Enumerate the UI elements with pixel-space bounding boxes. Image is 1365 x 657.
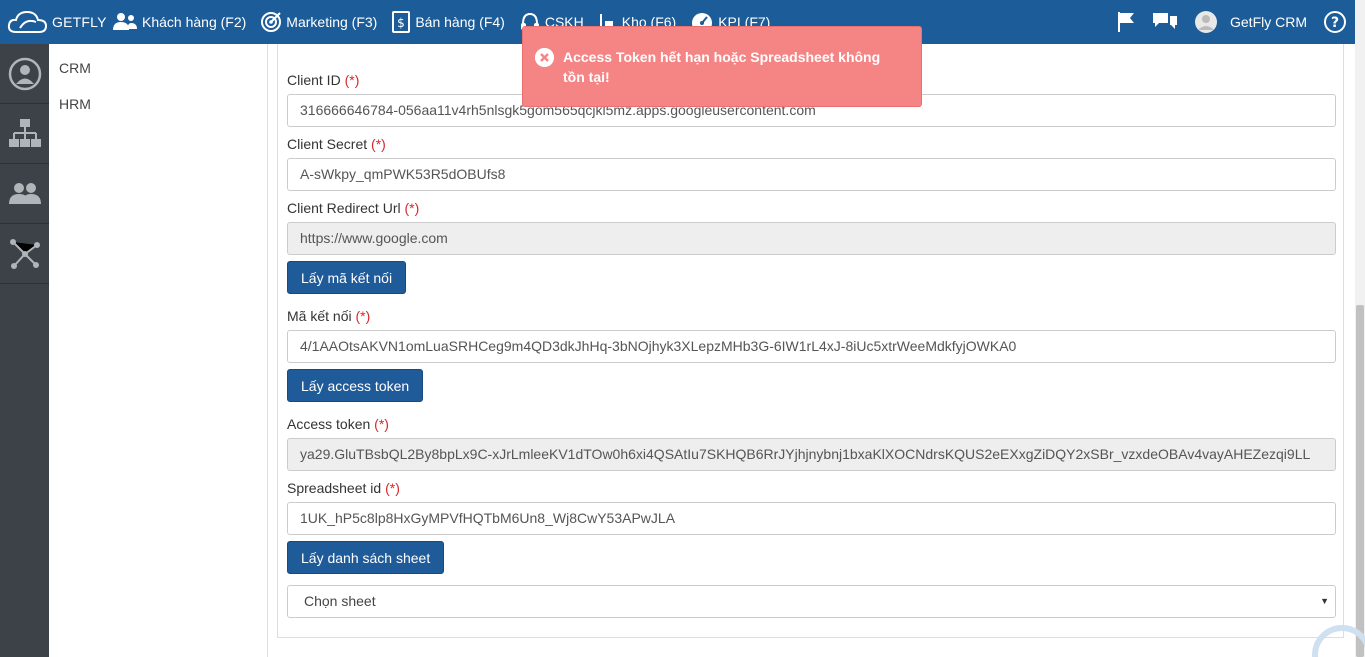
redirect-url-label: Client Redirect Url (*) bbox=[287, 200, 420, 216]
rail-item-profile[interactable] bbox=[0, 44, 49, 104]
cloud-logo-icon bbox=[7, 10, 48, 33]
user-circle-icon bbox=[8, 57, 41, 90]
client-secret-input[interactable]: A-sWkpy_qmPWK53R5dOBUfs8 bbox=[287, 158, 1336, 191]
nav-sales-label: Bán hàng (F4) bbox=[415, 14, 505, 30]
spreadsheet-id-group: Spreadsheet id (*) 1UK_hP5c8lp8HxGyMPVfH… bbox=[287, 478, 1336, 535]
scrollbar-thumb[interactable] bbox=[1356, 305, 1364, 657]
nav-sales[interactable]: $ Bán hàng (F4) bbox=[391, 10, 505, 34]
client-secret-group: Client Secret (*) A-sWkpy_qmPWK53R5dOBUf… bbox=[287, 134, 1336, 191]
nav-customers-label: Khách hàng (F2) bbox=[142, 14, 247, 30]
rail-item-network[interactable] bbox=[0, 224, 49, 284]
target-icon bbox=[261, 12, 282, 32]
submenu-item-crm[interactable]: CRM bbox=[49, 50, 267, 86]
google-sheet-config-panel: Client ID (*) 316666646784-056aa11v4rh5n… bbox=[277, 44, 1344, 638]
toast-message: Access Token hết hạn hoặc Spreadsheet kh… bbox=[563, 49, 881, 85]
help-icon[interactable]: ? bbox=[1323, 10, 1347, 34]
close-circle-icon[interactable] bbox=[535, 48, 554, 67]
auth-code-group: Mã kết nối (*) 4/1AAOtsAKVN1omLuaSRHCeg9… bbox=[287, 306, 1336, 363]
users-icon bbox=[113, 13, 137, 30]
get-connection-code-button[interactable]: Lấy mã kết nối bbox=[287, 261, 407, 294]
user-name[interactable]: GetFly CRM bbox=[1230, 14, 1307, 30]
sheet-select-value: Chọn sheet bbox=[304, 593, 376, 609]
redirect-url-input: https://www.google.com bbox=[287, 222, 1336, 255]
invoice-icon: $ bbox=[392, 11, 411, 33]
main-content: Client ID (*) 316666646784-056aa11v4rh5n… bbox=[268, 44, 1355, 657]
nav-marketing[interactable]: Marketing (F3) bbox=[260, 11, 377, 33]
select-arrow-icon: ▼ bbox=[1320, 596, 1329, 606]
spreadsheet-id-label: Spreadsheet id (*) bbox=[287, 480, 400, 496]
brand-logo[interactable]: GETFLY bbox=[0, 8, 112, 36]
svg-text:$: $ bbox=[398, 16, 406, 30]
submenu: CRM HRM bbox=[49, 44, 268, 657]
spreadsheet-id-input[interactable]: 1UK_hP5c8lp8HxGyMPVfHQTbM6Un8_Wj8CwY53AP… bbox=[287, 502, 1336, 535]
auth-code-label: Mã kết nối (*) bbox=[287, 308, 371, 324]
org-chart-icon bbox=[8, 118, 41, 147]
svg-text:?: ? bbox=[1331, 15, 1339, 31]
brand-name: GETFLY bbox=[52, 14, 107, 30]
flag-icon[interactable] bbox=[1116, 11, 1136, 33]
error-toast: Access Token hết hạn hoặc Spreadsheet kh… bbox=[522, 26, 922, 107]
auth-code-input[interactable]: 4/1AAOtsAKVN1omLuaSRHCeg9m4QD3dkJhHq-3bN… bbox=[287, 330, 1336, 363]
access-token-group: Access token (*) ya29.GluTBsbQL2By8bpLx9… bbox=[287, 414, 1336, 471]
client-secret-label: Client Secret (*) bbox=[287, 136, 386, 152]
rail-item-organization[interactable] bbox=[0, 104, 49, 164]
left-icon-rail bbox=[0, 44, 49, 657]
network-icon bbox=[9, 238, 40, 269]
chat-icon[interactable] bbox=[1152, 11, 1178, 33]
nav-marketing-label: Marketing (F3) bbox=[286, 14, 378, 30]
rail-item-team[interactable] bbox=[0, 164, 49, 224]
submenu-item-hrm[interactable]: HRM bbox=[49, 86, 267, 122]
get-sheet-list-button[interactable]: Lấy danh sách sheet bbox=[287, 541, 445, 574]
page-scrollbar[interactable] bbox=[1355, 0, 1365, 657]
access-token-label: Access token (*) bbox=[287, 416, 389, 432]
redirect-url-group: Client Redirect Url (*) https://www.goog… bbox=[287, 198, 1336, 255]
sheet-select[interactable]: Chọn sheet ▼ bbox=[287, 585, 1336, 618]
access-token-input: ya29.GluTBsbQL2By8bpLx9C-xJrLmleeKV1dTOw… bbox=[287, 438, 1336, 471]
avatar[interactable] bbox=[1194, 10, 1218, 34]
group-icon bbox=[8, 182, 41, 204]
top-right-tools: GetFly CRM ? bbox=[1100, 0, 1347, 44]
get-access-token-button[interactable]: Lấy access token bbox=[287, 369, 424, 402]
nav-customers[interactable]: Khách hàng (F2) bbox=[112, 12, 246, 32]
